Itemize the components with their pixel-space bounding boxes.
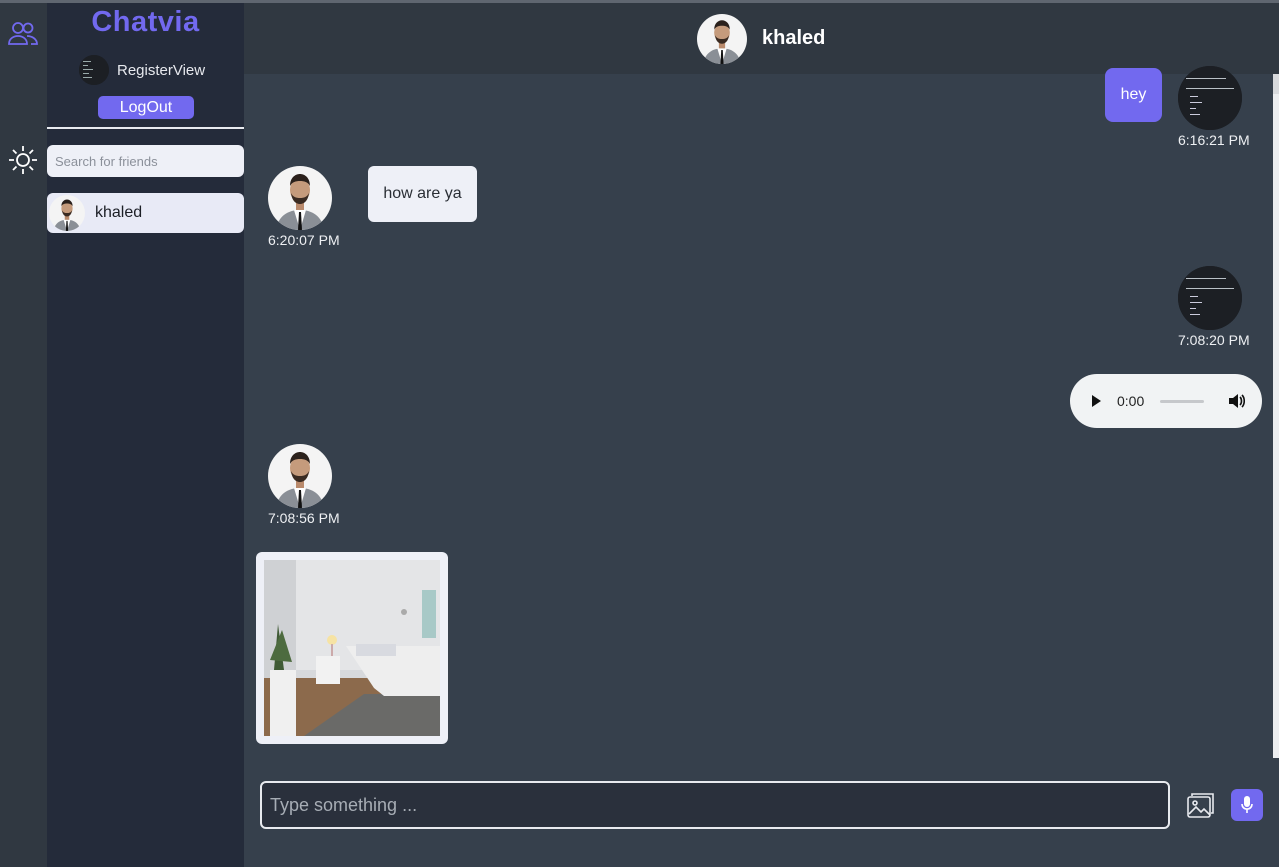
sender-avatar [1178,66,1242,130]
friend-list-item[interactable]: khaled [47,193,244,233]
mic-icon [1241,796,1253,813]
chat-header: khaled [244,3,1279,74]
sidebar-divider [47,127,244,129]
incoming-message-bubble[interactable]: how are ya [368,166,477,222]
current-user: RegisterView [79,55,205,85]
bedroom-photo [264,560,440,736]
icon-rail [0,3,47,867]
contact-avatar[interactable] [697,14,747,64]
volume-icon[interactable] [1227,392,1245,410]
sun-icon[interactable] [7,144,39,176]
friend-name: khaled [95,204,143,221]
image-message[interactable] [256,552,448,744]
contact-message-avatar [268,444,332,508]
message-input[interactable] [260,781,1170,829]
contact-name: khaled [762,27,826,49]
current-user-avatar [79,55,109,85]
messages-scrollbar[interactable] [1273,74,1279,758]
audio-player: 0:00 [1070,374,1262,428]
app-brand: Chatvia [91,6,200,38]
mic-button[interactable] [1231,789,1263,821]
outgoing-message-bubble[interactable]: hey [1105,68,1162,122]
sender-avatar [1178,266,1242,330]
message-timestamp: 7:08:20 PM [1178,332,1250,348]
audio-progress-track[interactable] [1160,400,1204,403]
play-icon[interactable] [1090,394,1102,408]
contact-message-avatar [268,166,332,230]
message-timestamp: 6:20:07 PM [268,232,340,248]
sidebar: Chatvia RegisterView LogOut Search for f… [47,3,244,867]
message-timestamp: 7:08:56 PM [268,510,340,526]
users-icon[interactable] [7,18,39,50]
logout-button[interactable]: LogOut [98,96,194,119]
messages-scrollbar-thumb[interactable] [1273,74,1279,94]
message-timestamp: 6:16:21 PM [1178,132,1250,148]
image-icon[interactable] [1185,789,1217,821]
friend-avatar [49,195,85,231]
audio-current-time: 0:00 [1117,393,1145,409]
current-user-name: RegisterView [117,61,206,79]
friend-search-input[interactable] [47,145,244,177]
